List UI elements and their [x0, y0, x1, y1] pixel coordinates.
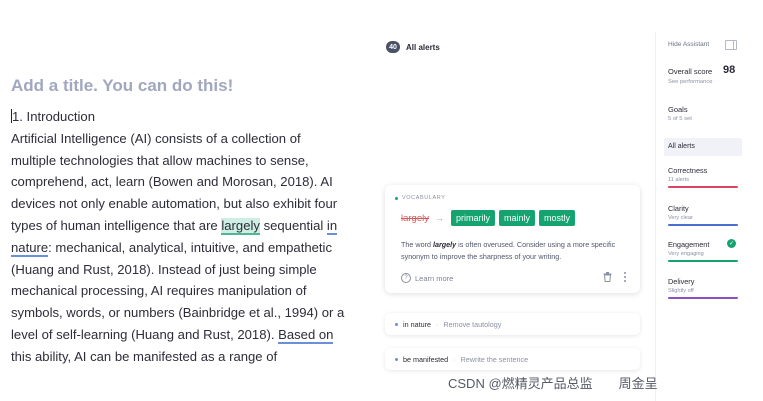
text-line: level of self-learning (Huang and Rust, …	[11, 326, 334, 344]
category-bar	[668, 297, 738, 299]
text-line: devices not only enable automation, but …	[11, 196, 338, 212]
text-line: nature: mechanical, analytical, intuitiv…	[11, 239, 332, 257]
category-bar	[668, 224, 738, 226]
text-line: this ability, AI can be manifested as a …	[11, 348, 278, 364]
category-dot-icon	[395, 196, 398, 200]
flagged-word-largely[interactable]: largely	[221, 217, 260, 235]
goals-status: 5 of 5 set	[668, 116, 692, 122]
document-body[interactable]: 1. Introduction Artificial Intelligence …	[11, 106, 356, 368]
learn-more-link[interactable]: ? Learn more	[401, 273, 453, 283]
see-performance-link[interactable]: See performance	[668, 79, 712, 85]
text-line: comprehend, act, learn (Bowen and Morosa…	[11, 174, 333, 190]
panel-toggle-icon[interactable]	[725, 40, 737, 50]
document-title[interactable]: Add a title. You can do this!	[11, 76, 233, 96]
text-line: (Huang and Rust, 2018). Instead of just …	[11, 261, 317, 277]
suggestion-chip-mostly[interactable]: mostly	[539, 210, 576, 226]
category-engagement[interactable]: Engagement Very engaging ✓	[668, 239, 738, 262]
trash-icon[interactable]	[603, 272, 612, 282]
question-icon: ?	[401, 273, 411, 283]
more-options-icon[interactable]	[623, 272, 626, 282]
text-line: types of human intelligence that are lar…	[11, 217, 338, 235]
text-line: multiple technologies that allow machine…	[11, 152, 309, 168]
watermark: CSDN @燃精灵产品总监 周金呈	[448, 376, 658, 391]
alert-count-badge: 40	[386, 41, 400, 53]
all-alerts-tab[interactable]: All alerts	[664, 138, 742, 156]
card-category: VOCABULARY	[395, 195, 446, 201]
category-bar	[668, 260, 738, 262]
alerts-title: All alerts	[406, 42, 440, 52]
overall-score-value: 98	[723, 64, 736, 76]
flagged-phrase-in-nature[interactable]: nature	[11, 239, 49, 257]
category-delivery[interactable]: Delivery Slightly off	[668, 277, 738, 299]
category-bar	[668, 186, 738, 188]
goals-label[interactable]: Goals	[668, 105, 688, 114]
suggestion-description: The word largely is often overused. Cons…	[401, 240, 616, 261]
alert-item-in-nature[interactable]: in nature · Remove tautology	[385, 313, 640, 335]
flagged-phrase-in-nature[interactable]: in	[326, 217, 338, 235]
alert-item-be-manifested[interactable]: be manifested · Rewrite the sentence	[385, 348, 640, 370]
document-editor[interactable]: Add a title. You can do this! 1. Introdu…	[0, 0, 360, 401]
original-word: largely	[401, 212, 429, 224]
text-line: 1. Introduction	[11, 109, 95, 124]
category-clarity[interactable]: Clarity Very clear	[668, 204, 738, 226]
suggestion-chip-mainly[interactable]: mainly	[499, 210, 536, 226]
text-line: Artificial Intelligence (AI) consists of…	[11, 130, 301, 146]
checkmark-icon: ✓	[727, 239, 736, 248]
suggestion-row: largely → primarily mainly mostly	[401, 210, 576, 226]
hide-assistant-button[interactable]: Hide Assistant	[668, 41, 709, 48]
suggestion-chip-primarily[interactable]: primarily	[451, 210, 496, 226]
text-line: symbols, words, or numbers (Bainbridge e…	[11, 305, 345, 321]
assistant-sidebar: Hide Assistant Overall score 98 See perf…	[655, 32, 750, 401]
alerts-header: 40 All alerts	[386, 41, 440, 53]
text-line: mechanical processing, AI requires manip…	[11, 283, 307, 299]
suggestion-card[interactable]: VOCABULARY largely → primarily mainly mo…	[385, 185, 640, 293]
category-correctness[interactable]: Correctness 11 alerts	[668, 166, 738, 188]
overall-score-label: Overall score	[668, 67, 713, 76]
arrow-right-icon: →	[435, 213, 444, 223]
clarity-dot-icon	[395, 322, 398, 326]
clarity-dot-icon	[395, 357, 398, 361]
flagged-phrase-based-on[interactable]: Based on	[278, 326, 334, 344]
